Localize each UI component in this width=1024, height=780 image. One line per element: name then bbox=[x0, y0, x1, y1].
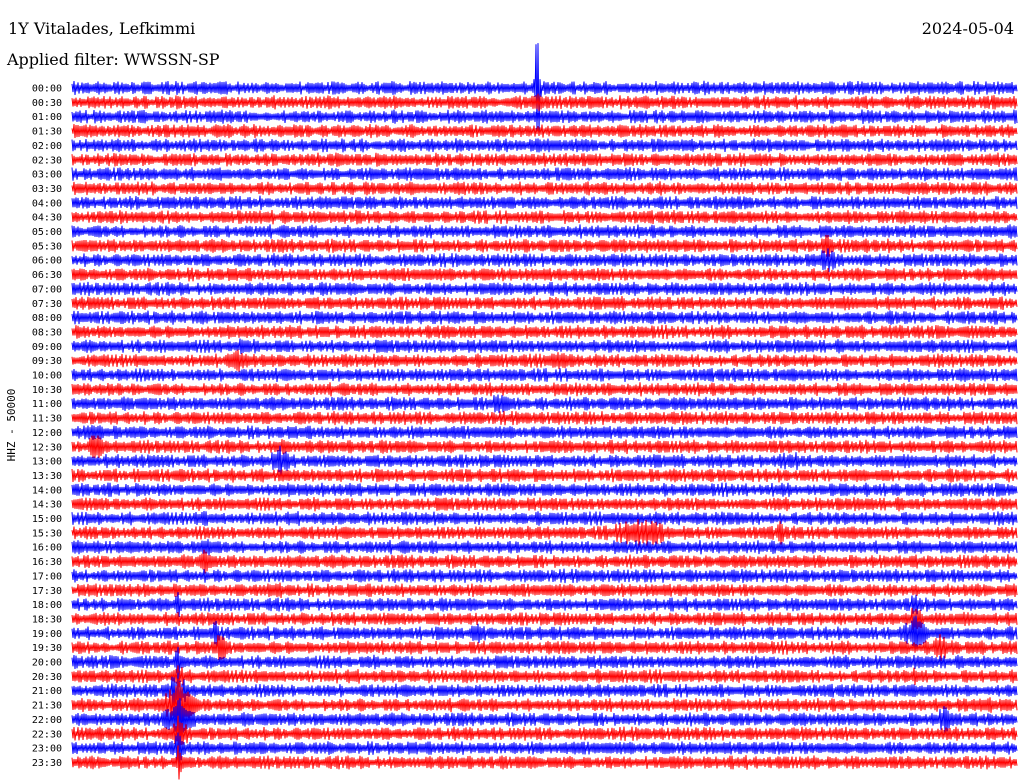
row-label-1130: 11:30 bbox=[32, 414, 62, 425]
trace-0530 bbox=[71, 234, 1018, 257]
row-label-2200: 22:00 bbox=[32, 715, 62, 726]
row-label-2230: 22:30 bbox=[32, 729, 62, 740]
row-label-1000: 10:00 bbox=[32, 371, 62, 382]
row-label-2130: 21:30 bbox=[32, 701, 62, 712]
trace-0830 bbox=[71, 324, 1018, 340]
trace-0400 bbox=[71, 195, 1018, 210]
row-label-1630: 16:30 bbox=[32, 557, 62, 568]
row-label-0800: 08:00 bbox=[32, 313, 62, 324]
row-label-0930: 09:30 bbox=[32, 356, 62, 367]
trace-1100 bbox=[71, 394, 1018, 413]
row-label-0400: 04:00 bbox=[32, 198, 62, 209]
row-label-0130: 01:30 bbox=[32, 127, 62, 138]
tick-label-group: 00:00 00:30 01:00 01:30 02:00 02:30 03:00 03:30… bbox=[32, 84, 62, 769]
row-label-1230: 12:30 bbox=[32, 442, 62, 453]
row-label-1700: 17:00 bbox=[32, 571, 62, 582]
trace-0100 bbox=[71, 109, 1018, 124]
row-label-0200: 02:00 bbox=[32, 141, 62, 152]
trace-0130 bbox=[71, 123, 1018, 139]
row-label-0300: 03:00 bbox=[32, 170, 62, 181]
row-label-0700: 07:00 bbox=[32, 284, 62, 295]
row-label-0330: 03:30 bbox=[32, 184, 62, 195]
row-label-0030: 00:30 bbox=[32, 98, 62, 109]
trace-0430 bbox=[71, 209, 1018, 225]
row-label-2000: 20:00 bbox=[32, 658, 62, 669]
trace-0900 bbox=[71, 338, 1018, 355]
trace-0730 bbox=[71, 296, 1018, 311]
row-label-1830: 18:30 bbox=[32, 614, 62, 625]
trace-0800 bbox=[71, 310, 1018, 325]
trace-group bbox=[71, 43, 1018, 780]
trace-0230 bbox=[71, 152, 1018, 167]
trace-1330 bbox=[71, 468, 1018, 483]
trace-1700 bbox=[71, 568, 1018, 584]
trace-1230 bbox=[71, 435, 1018, 459]
row-label-0500: 05:00 bbox=[32, 227, 62, 238]
trace-0630 bbox=[71, 267, 1018, 282]
trace-1400 bbox=[71, 482, 1018, 497]
row-label-1400: 14:00 bbox=[32, 485, 62, 496]
trace-1630 bbox=[71, 549, 1018, 574]
trace-1500 bbox=[71, 510, 1018, 527]
row-label-1200: 12:00 bbox=[32, 428, 62, 439]
trace-1930 bbox=[71, 634, 1018, 662]
row-label-1100: 11:00 bbox=[32, 399, 62, 410]
trace-1030 bbox=[71, 382, 1018, 397]
row-label-1900: 19:00 bbox=[32, 629, 62, 640]
row-label-0100: 01:00 bbox=[32, 112, 62, 123]
row-label-1600: 16:00 bbox=[32, 543, 62, 554]
row-label-0600: 06:00 bbox=[32, 256, 62, 267]
row-label-0630: 06:30 bbox=[32, 270, 62, 281]
row-label-0000: 00:00 bbox=[32, 84, 62, 95]
trace-1730 bbox=[71, 582, 1018, 599]
row-label-0830: 08:30 bbox=[32, 327, 62, 338]
row-label-1300: 13:00 bbox=[32, 457, 62, 468]
trace-1600 bbox=[71, 539, 1018, 556]
row-label-0530: 05:30 bbox=[32, 241, 62, 252]
trace-1130 bbox=[71, 410, 1018, 426]
row-label-1800: 18:00 bbox=[32, 600, 62, 611]
row-label-1030: 10:30 bbox=[32, 385, 62, 396]
row-label-0900: 09:00 bbox=[32, 342, 62, 353]
row-label-1430: 14:30 bbox=[32, 500, 62, 511]
trace-2030 bbox=[71, 665, 1018, 688]
trace-0500 bbox=[71, 224, 1018, 239]
trace-1000 bbox=[71, 367, 1018, 383]
row-label-1330: 13:30 bbox=[32, 471, 62, 482]
row-label-2330: 23:30 bbox=[32, 758, 62, 769]
row-label-2030: 20:30 bbox=[32, 672, 62, 683]
row-label-1930: 19:30 bbox=[32, 643, 62, 654]
row-label-0230: 02:30 bbox=[32, 155, 62, 166]
row-label-2100: 21:00 bbox=[32, 686, 62, 697]
row-label-1530: 15:30 bbox=[32, 528, 62, 539]
row-label-1500: 15:00 bbox=[32, 514, 62, 525]
trace-0300 bbox=[71, 166, 1018, 182]
trace-0700 bbox=[71, 281, 1018, 297]
row-label-1730: 17:30 bbox=[32, 586, 62, 597]
seismogram-plot: 00:00 00:30 01:00 01:30 02:00 02:30 03:00 03:30… bbox=[5, 43, 1018, 780]
trace-0200 bbox=[71, 138, 1018, 153]
trace-1200 bbox=[71, 425, 1018, 440]
row-label-0430: 04:30 bbox=[32, 213, 62, 224]
trace-1430 bbox=[71, 496, 1018, 512]
y-axis-label: HHZ - 50000 bbox=[5, 389, 18, 462]
row-label-0730: 07:30 bbox=[32, 299, 62, 310]
trace-0030 bbox=[71, 93, 1018, 112]
row-label-2300: 23:00 bbox=[32, 744, 62, 755]
trace-0930 bbox=[71, 349, 1018, 372]
trace-0330 bbox=[71, 181, 1018, 196]
